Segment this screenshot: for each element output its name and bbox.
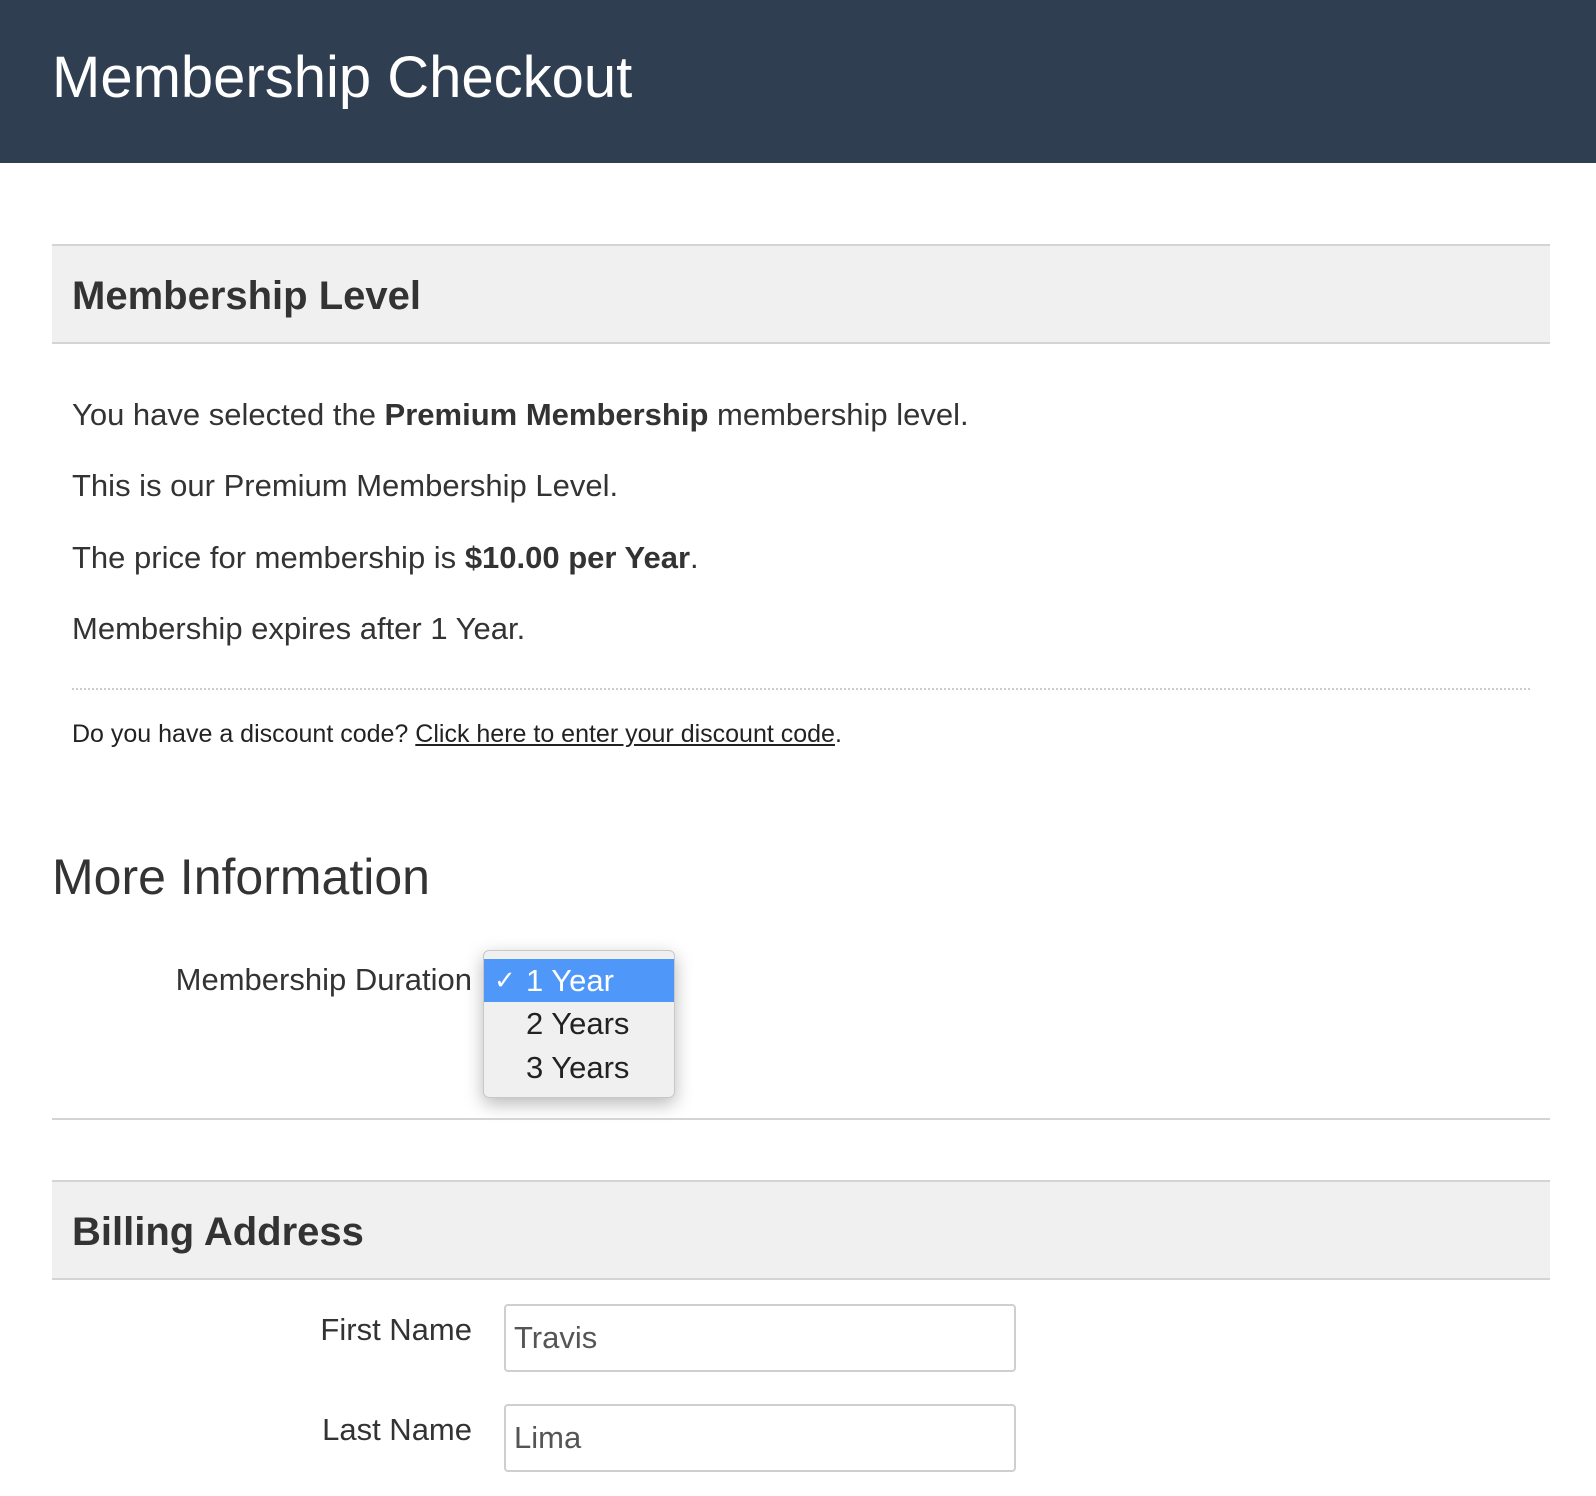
selected-level-suffix: membership level. xyxy=(708,397,969,432)
discount-code-link[interactable]: Click here to enter your discount code xyxy=(415,720,835,748)
billing-address-section-header: Billing Address xyxy=(52,1180,1550,1280)
duration-option-label: 2 Years xyxy=(526,1006,630,1041)
membership-duration-label: Membership Duration xyxy=(175,962,472,997)
price-text: The price for membership is $10.00 per Y… xyxy=(72,539,699,576)
duration-option-1-year[interactable]: ✓ 1 Year xyxy=(484,959,674,1002)
duration-option-label: 3 Years xyxy=(526,1050,630,1085)
discount-prompt: Do you have a discount code? xyxy=(72,720,416,748)
first-name-label: First Name xyxy=(320,1312,472,1347)
check-icon: ✓ xyxy=(494,965,516,995)
billing-address-heading: Billing Address xyxy=(72,1210,364,1254)
discount-code-line: Do you have a discount code? Click here … xyxy=(72,720,842,749)
page-header: Membership Checkout xyxy=(0,0,1596,163)
price-suffix: . xyxy=(690,540,699,575)
last-name-input[interactable] xyxy=(504,1404,1016,1472)
price-prefix: The price for membership is xyxy=(72,540,465,575)
duration-option-label: 1 Year xyxy=(526,963,614,998)
more-information-heading: More Information xyxy=(52,849,430,905)
section-divider xyxy=(52,1118,1550,1120)
dotted-divider xyxy=(72,688,1530,690)
selected-level-text: You have selected the Premium Membership… xyxy=(72,396,969,433)
price-value: $10.00 per Year xyxy=(464,540,691,575)
expiry-text: Membership expires after 1 Year. xyxy=(72,611,526,646)
duration-option-3-years[interactable]: 3 Years xyxy=(484,1046,674,1089)
membership-level-heading: Membership Level xyxy=(72,274,422,318)
first-name-input[interactable] xyxy=(504,1304,1016,1372)
level-description: This is our Premium Membership Level. xyxy=(72,468,619,503)
selected-level-prefix: You have selected the xyxy=(72,397,385,432)
page-title: Membership Checkout xyxy=(52,45,633,110)
selected-level-name: Premium Membership xyxy=(384,397,709,432)
discount-suffix: . xyxy=(834,720,842,748)
duration-option-2-years[interactable]: 2 Years xyxy=(484,1002,674,1045)
last-name-label: Last Name xyxy=(322,1412,472,1447)
membership-level-section-header: Membership Level xyxy=(52,244,1550,344)
membership-duration-dropdown[interactable]: ✓ 1 Year 2 Years 3 Years xyxy=(483,950,675,1098)
